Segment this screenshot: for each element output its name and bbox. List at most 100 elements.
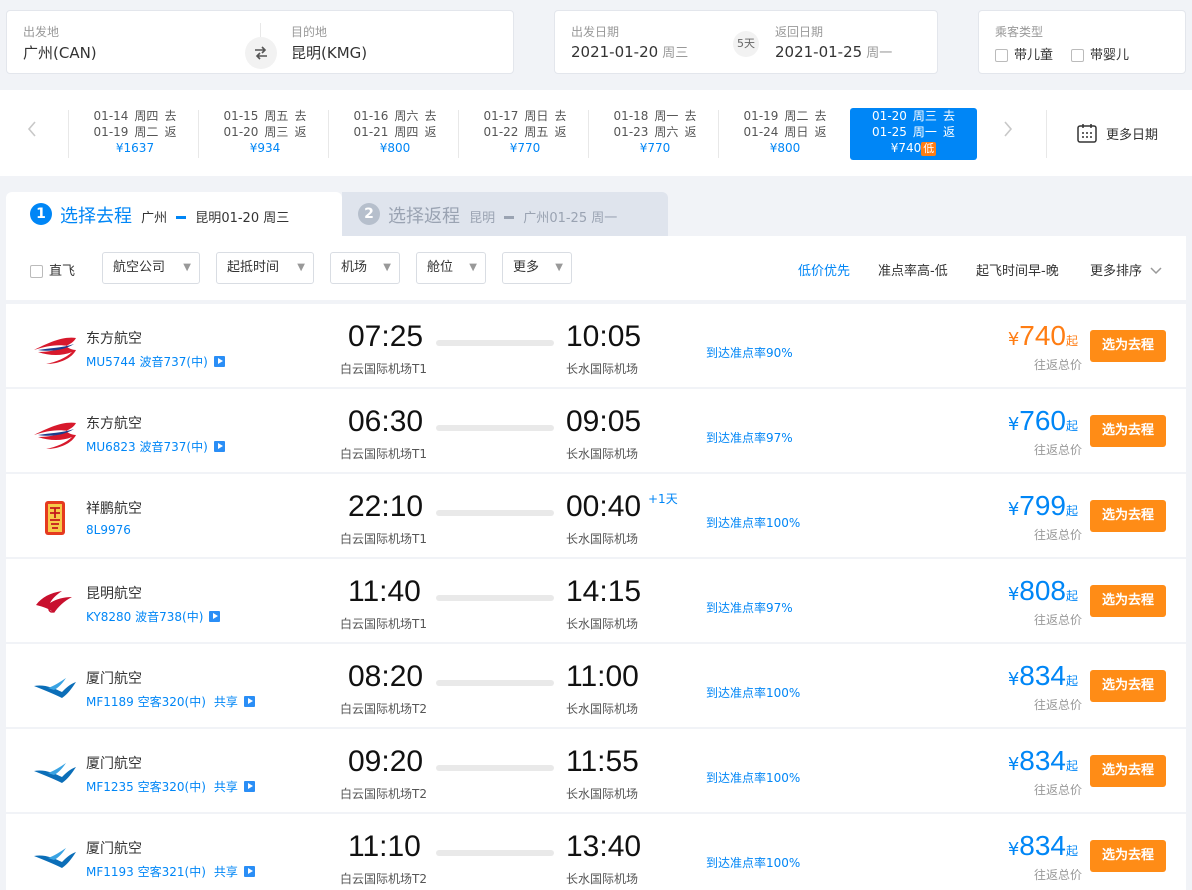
select-outbound-button[interactable]: 选为去程 — [1090, 755, 1166, 787]
out-tag: 去 — [554, 109, 567, 123]
child-label: 带儿童 — [1014, 48, 1054, 63]
aircraft-info-icon[interactable] — [209, 611, 221, 622]
airport-filter-dropdown[interactable]: 机场 ▼ — [330, 252, 400, 284]
flight-row: 厦门航空 MF1193 空客321(中) 共享 11:10 13:40 白云国际机场T2 长… — [6, 814, 1186, 890]
flight-price: ¥799起 — [1008, 490, 1078, 522]
date-option[interactable]: 01-20 周三去 01-25 周一返 ¥740 低 — [850, 108, 977, 160]
cabin-filter-dropdown[interactable]: 舱位 ▼ — [416, 252, 486, 284]
return-tag: 返 — [554, 125, 567, 139]
flight-duration-line — [436, 510, 554, 516]
more-filter-label: 更多 — [513, 260, 540, 275]
date-option[interactable]: 01-17 周日去 01-22 周五返 ¥770 — [460, 108, 590, 160]
return-date-field[interactable]: 2021-01-25 周一 — [775, 42, 892, 61]
weekday-return: 周一 — [912, 125, 937, 139]
depart-date: 2021-01-20 — [571, 43, 659, 61]
depart-date-field[interactable]: 2021-01-20 周三 — [571, 42, 688, 61]
arrival-time: 09:05 — [566, 405, 642, 438]
date-return-line: 01-24 周日返 — [720, 124, 850, 140]
date-price-line: ¥800 — [330, 140, 460, 156]
flight-number-aircraft[interactable]: MF1189 空客320(中) — [86, 695, 206, 709]
swap-cities-button[interactable] — [245, 37, 277, 69]
date-out-line: 01-15 周五去 — [200, 108, 330, 124]
sort-departure-time[interactable]: 起飞时间早-晚 — [976, 260, 1059, 279]
departure-time: 11:10 — [348, 830, 421, 863]
step-2-date: 01-25 周一 — [549, 211, 618, 226]
flight-number-aircraft[interactable]: MF1193 空客321(中) — [86, 865, 206, 879]
select-outbound-button[interactable]: 选为去程 — [1090, 840, 1166, 872]
step-2-from: 昆明 — [469, 211, 496, 226]
airline-filter-dropdown[interactable]: 航空公司 ▼ — [102, 252, 200, 284]
from-city-field[interactable]: 广州(CAN) — [23, 42, 97, 63]
date-price: ¥800 — [379, 141, 411, 155]
date-option[interactable]: 01-19 周二去 01-24 周日返 ¥800 — [720, 108, 850, 160]
weekday-out: 周二 — [784, 109, 809, 123]
flight-number-aircraft[interactable]: MU5744 波音737(中) — [86, 355, 208, 369]
direct-only-checkbox[interactable]: 直飞 — [30, 260, 75, 279]
more-sort-label: 更多排序 — [1090, 264, 1143, 279]
date-return-line: 01-19 周二返 — [70, 124, 200, 140]
child-checkbox[interactable]: 带儿童 — [995, 44, 1053, 63]
departure-time: 06:30 — [348, 405, 424, 438]
aircraft-info-icon[interactable] — [243, 781, 255, 792]
flight-number-aircraft[interactable]: KY8280 波音738(中) — [86, 610, 203, 624]
aircraft-info-icon[interactable] — [243, 696, 255, 707]
date-price: ¥800 — [769, 141, 801, 155]
next-day-badge: +1天 — [648, 492, 678, 506]
weekday-out: 周六 — [394, 109, 419, 123]
departure-time: 09:20 — [348, 745, 424, 778]
flight-number-aircraft[interactable]: MU6823 波音737(中) — [86, 440, 208, 454]
currency-symbol: ¥ — [1007, 669, 1020, 690]
prev-dates-button[interactable] — [26, 120, 38, 142]
lowest-badge: 低 — [921, 142, 937, 156]
more-filter-dropdown[interactable]: 更多 ▼ — [502, 252, 572, 284]
chevron-left-icon — [27, 121, 36, 137]
more-dates-button[interactable]: 更多日期 — [1076, 122, 1158, 144]
flight-number-aircraft[interactable]: MF1235 空客320(中) — [86, 780, 206, 794]
next-dates-button[interactable] — [1002, 120, 1014, 142]
aircraft-info-icon[interactable] — [213, 441, 225, 452]
select-outbound-button[interactable]: 选为去程 — [1090, 500, 1166, 532]
date-return: 01-19 — [93, 125, 129, 139]
infant-checkbox[interactable]: 带婴儿 — [1071, 44, 1129, 63]
date-option[interactable]: 01-18 周一去 01-23 周六返 ¥770 — [590, 108, 720, 160]
to-city-field[interactable]: 昆明(KMG) — [291, 42, 367, 63]
weekday-return: 周三 — [264, 125, 289, 139]
departure-airport: 白云国际机场T1 — [340, 362, 427, 376]
price-value: 799 — [1019, 490, 1066, 521]
ontime-rate: 到达准点率100% — [706, 856, 801, 870]
date-option[interactable]: 01-16 周六去 01-21 周四返 ¥800 — [330, 108, 460, 160]
airline-name: 厦门航空 — [86, 671, 142, 687]
airline-name: 东方航空 — [86, 416, 142, 432]
select-outbound-button[interactable]: 选为去程 — [1090, 670, 1166, 702]
select-outbound-button[interactable]: 选为去程 — [1090, 330, 1166, 362]
step-tab-return[interactable]: 2 选择返程 昆明 广州01-25 周一 — [342, 192, 668, 236]
select-outbound-button[interactable]: 选为去程 — [1090, 415, 1166, 447]
xiamen-airlines-logo-icon — [32, 755, 78, 791]
return-tag: 返 — [942, 125, 955, 139]
flight-row: 厦门航空 MF1235 空客320(中) 共享 09:20 11:55 白云国际机场T2 长… — [6, 729, 1186, 812]
price-value: 740 — [1019, 320, 1066, 351]
sort-ontime-rate[interactable]: 准点率高-低 — [878, 260, 948, 279]
currency-symbol: ¥ — [1007, 329, 1020, 350]
more-sort-dropdown[interactable]: 更多排序 — [1090, 260, 1162, 279]
route-arrow-icon — [176, 216, 187, 219]
price-value: 760 — [1019, 405, 1066, 436]
flight-duration-line — [436, 765, 554, 771]
weekday-out: 周四 — [134, 109, 159, 123]
flight-row: 厦门航空 MF1189 空客320(中) 共享 08:20 11:00 白云国际机场T2 长… — [6, 644, 1186, 727]
date-out-line: 01-18 周一去 — [590, 108, 720, 124]
currency-symbol: ¥ — [1007, 839, 1020, 860]
codeshare-tag: 共享 — [213, 695, 238, 709]
step-tab-outbound[interactable]: 1 选择去程 广州 昆明01-20 周三 — [6, 192, 342, 236]
time-filter-dropdown[interactable]: 起抵时间 ▼ — [216, 252, 314, 284]
sort-lowest-price[interactable]: 低价优先 — [798, 260, 850, 279]
select-outbound-button[interactable]: 选为去程 — [1090, 585, 1166, 617]
step-1-to: 昆明 — [195, 211, 222, 226]
date-option[interactable]: 01-15 周五去 01-20 周三返 ¥934 — [200, 108, 330, 160]
date-return: 01-21 — [353, 125, 389, 139]
flight-number-aircraft[interactable]: 8L9976 — [86, 523, 131, 537]
aircraft-info-icon[interactable] — [243, 866, 255, 877]
airline-name: 昆明航空 — [86, 586, 142, 602]
aircraft-info-icon[interactable] — [213, 356, 225, 367]
date-option[interactable]: 01-14 周四去 01-19 周二返 ¥1637 — [70, 108, 200, 160]
